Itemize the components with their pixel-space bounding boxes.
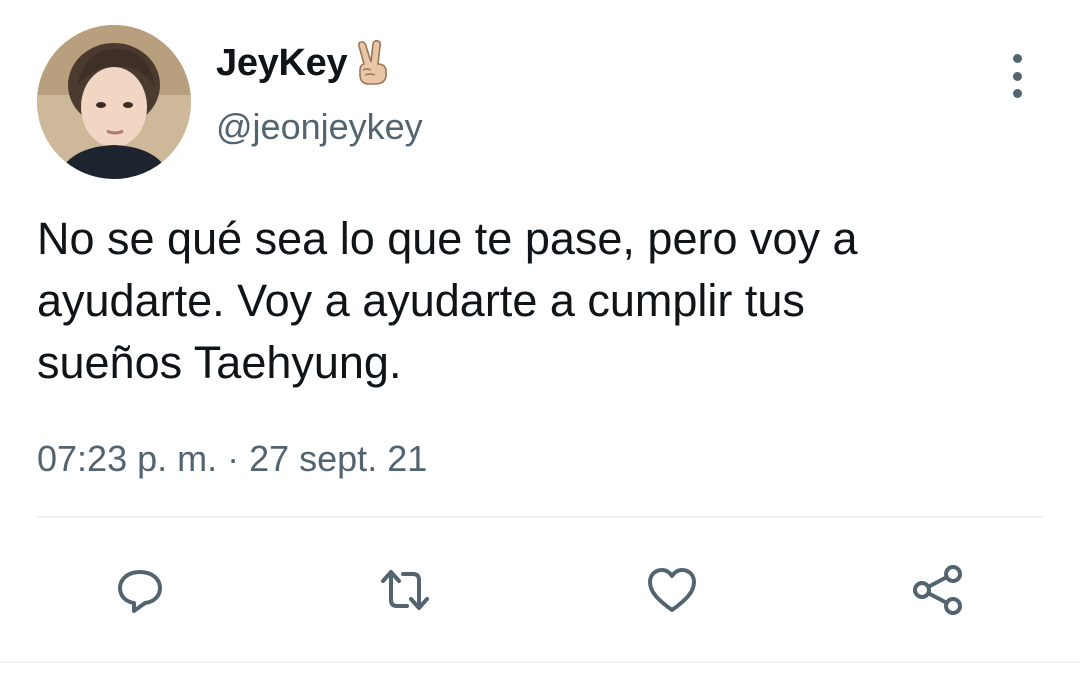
tweet-text-line: ayudarte. Voy a ayudarte a cumplir tus [37, 275, 805, 326]
more-options-button[interactable] [1000, 54, 1034, 98]
more-dot-icon [1012, 54, 1022, 63]
tweet-timestamp[interactable]: 07:23 p. m. · 27 sept. 21 [37, 438, 427, 480]
share-button[interactable] [908, 560, 968, 620]
more-dot-icon [1012, 89, 1022, 98]
tweet-text-line: sueños Taehyung. [37, 337, 402, 388]
reply-icon [118, 570, 162, 613]
tweet-text-line: No se qué sea lo que te pase, pero voy a [37, 213, 858, 264]
more-dot-icon [1012, 71, 1022, 81]
like-button[interactable] [642, 560, 702, 620]
avatar-photo [37, 25, 191, 179]
reply-button[interactable] [110, 560, 170, 620]
divider [37, 516, 1044, 518]
tweet-text: No se qué sea lo que te pase, pero voy a… [37, 208, 1047, 394]
share-icon [913, 565, 962, 615]
display-name-text: JeyKey [216, 41, 348, 84]
retweet-icon [381, 570, 429, 610]
divider [0, 661, 1080, 663]
display-name[interactable]: JeyKey [216, 40, 395, 86]
like-icon [648, 568, 696, 612]
avatar[interactable] [37, 25, 191, 179]
user-handle[interactable]: @jeonjeykey [216, 106, 423, 148]
retweet-button[interactable] [375, 560, 435, 620]
victory-hand-icon [351, 40, 395, 86]
